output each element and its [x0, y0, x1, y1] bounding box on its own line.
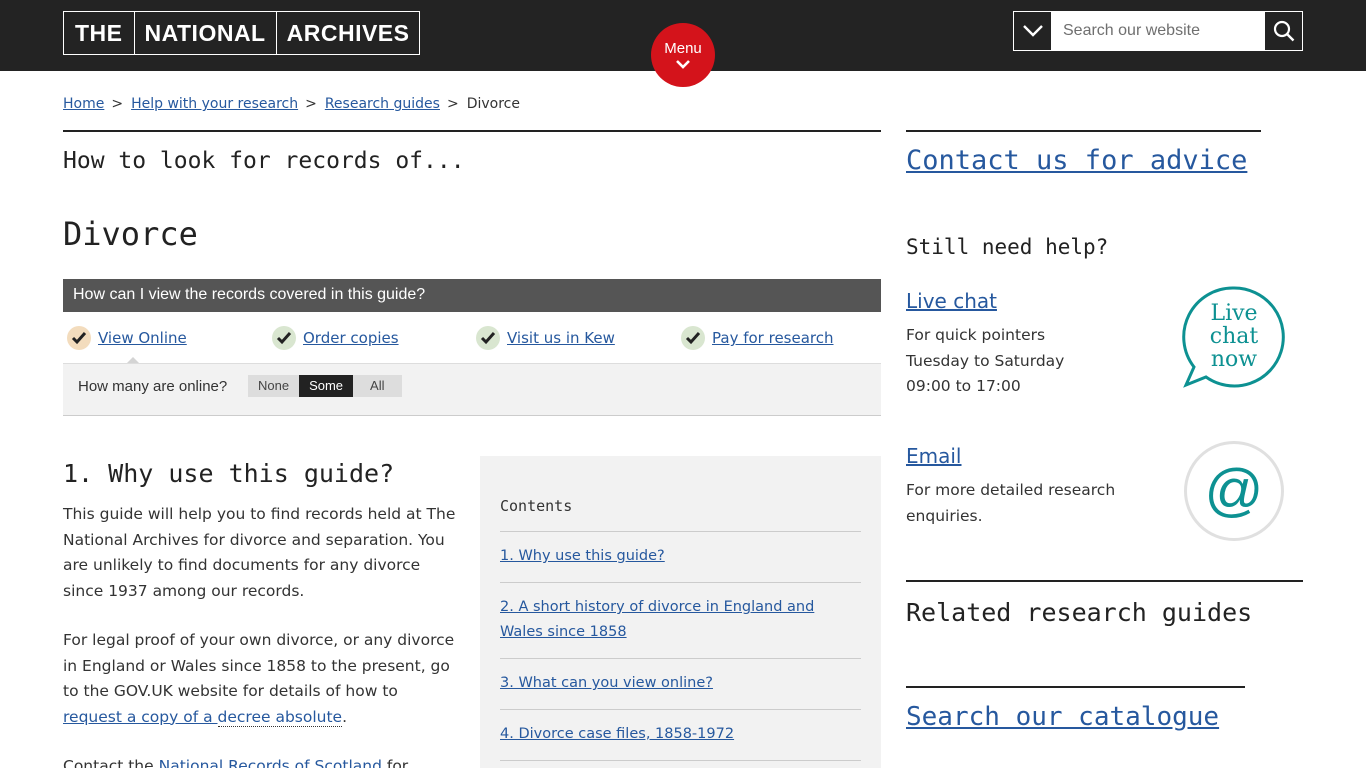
request-copy-link[interactable]: request a copy of a	[63, 708, 218, 726]
live-chat-badge-line: Live	[1210, 301, 1257, 326]
menu-button[interactable]: Menu	[651, 23, 715, 87]
contents-link-1[interactable]: 1. Why use this guide?	[500, 548, 665, 564]
online-level-indicator: None Some All	[248, 375, 402, 397]
still-need-help-heading: Still need help?	[906, 235, 1109, 259]
national-records-scotland-link[interactable]: National Records of Scotland	[159, 757, 382, 768]
option-view-online-link[interactable]: View Online	[98, 329, 187, 347]
paragraph-text: Contact the	[63, 757, 159, 768]
breadcrumb-home[interactable]: Home	[63, 96, 104, 112]
online-question: How many are online?	[78, 378, 228, 395]
related-guides-heading: Related research guides	[906, 598, 1253, 627]
contact-us-link[interactable]: Contact us for advice	[906, 145, 1247, 176]
check-icon	[681, 326, 705, 350]
contents-title: Contents	[500, 497, 861, 532]
site-search	[1013, 11, 1303, 51]
paragraph: This guide will help you to find records…	[63, 505, 456, 600]
paragraph-text: .	[342, 707, 348, 726]
online-level-none: None	[248, 375, 300, 397]
view-options: View Online Order copies Visit us in Kew…	[63, 323, 881, 363]
logo-word-the: THE	[63, 11, 135, 55]
page-pre-title: How to look for records of...	[63, 148, 465, 174]
breadcrumb-research-guides[interactable]: Research guides	[325, 96, 440, 112]
contents-item: 2. A short history of divorce in England…	[500, 583, 861, 659]
online-level-all: All	[353, 375, 402, 397]
live-chat-line: For quick pointers	[906, 326, 1046, 344]
online-availability-bar: How many are online? None Some All	[63, 363, 881, 416]
sidebar-divider	[906, 130, 1261, 132]
contents-item: 1. Why use this guide?	[500, 532, 861, 583]
check-icon	[67, 326, 91, 350]
search-icon	[1273, 20, 1294, 42]
live-chat-line: 09:00 to 17:00	[906, 377, 1021, 395]
live-chat-badge-line: chat	[1210, 324, 1259, 349]
paragraph-text: for	[381, 757, 409, 768]
logo-word-archives: ARCHIVES	[275, 11, 421, 55]
search-button[interactable]	[1264, 12, 1302, 50]
section-title-why-use: 1. Why use this guide?	[63, 459, 395, 488]
page-title: Divorce	[63, 215, 198, 253]
sidebar-divider	[906, 580, 1303, 582]
breadcrumb-separator: >	[111, 96, 124, 112]
chevron-down-icon	[1022, 25, 1043, 37]
section-body-why-use: This guide will help you to find records…	[63, 502, 458, 768]
at-symbol: @	[1204, 458, 1264, 523]
live-chat-link[interactable]: Live chat	[906, 289, 997, 313]
email-link[interactable]: Email	[906, 444, 962, 468]
sidebar-divider	[906, 686, 1245, 688]
option-visit-kew-link[interactable]: Visit us in Kew	[507, 329, 615, 347]
live-chat-badge-line: now	[1211, 347, 1257, 372]
contents-link-2[interactable]: 2. A short history of divorce in England…	[500, 599, 814, 640]
live-chat-icon[interactable]: Live chat now	[1182, 285, 1286, 389]
contents-link-4[interactable]: 4. Divorce case files, 1858-1972	[500, 726, 734, 742]
breadcrumb-help-with-research[interactable]: Help with your research	[131, 96, 298, 112]
option-visit-kew[interactable]: Visit us in Kew	[476, 326, 615, 350]
email-at-icon[interactable]: @	[1184, 441, 1284, 541]
view-records-heading: How can I view the records covered in th…	[63, 279, 881, 312]
search-scope-dropdown[interactable]	[1014, 12, 1052, 50]
site-logo[interactable]: THE NATIONAL ARCHIVES	[63, 11, 421, 55]
contents-item: 3. What can you view online?	[500, 659, 861, 710]
email-info: For more detailed research enquiries.	[906, 481, 1116, 525]
option-pay-for-research[interactable]: Pay for research	[681, 326, 834, 350]
chevron-down-icon	[676, 60, 690, 69]
online-level-some: Some	[299, 375, 354, 397]
contents-link-3[interactable]: 3. What can you view online?	[500, 675, 713, 691]
main-divider	[63, 130, 881, 132]
option-pay-for-research-link[interactable]: Pay for research	[712, 329, 834, 347]
menu-label: Menu	[664, 40, 702, 57]
paragraph: For legal proof of your own divorce, or …	[63, 628, 458, 730]
decree-absolute-glossary-link[interactable]: decree absolute	[217, 707, 343, 727]
paragraph-text: For legal proof of your own divorce, or …	[63, 631, 455, 700]
contents-box: Contents 1. Why use this guide? 2. A sho…	[480, 456, 881, 768]
check-icon	[476, 326, 500, 350]
breadcrumb: Home > Help with your research > Research gu…	[63, 96, 520, 112]
breadcrumb-separator: >	[305, 96, 317, 112]
paragraph: Contact the National Records of Scotland…	[63, 754, 458, 768]
search-input[interactable]	[1052, 12, 1264, 50]
contents-item: 4. Divorce case files, 1858-1972	[500, 710, 861, 761]
breadcrumb-separator: >	[446, 96, 459, 112]
logo-word-national: NATIONAL	[133, 11, 277, 55]
live-chat-line: Tuesday to Saturday	[906, 351, 1065, 370]
breadcrumb-current: Divorce	[466, 96, 520, 112]
option-order-copies-link[interactable]: Order copies	[303, 329, 399, 347]
option-order-copies[interactable]: Order copies	[272, 326, 399, 350]
option-view-online[interactable]: View Online	[67, 326, 187, 350]
live-chat-info: For quick pointers Tuesday to Saturday 0…	[906, 323, 1166, 400]
search-catalogue-link[interactable]: Search our catalogue	[906, 702, 1219, 732]
check-icon	[272, 326, 296, 350]
